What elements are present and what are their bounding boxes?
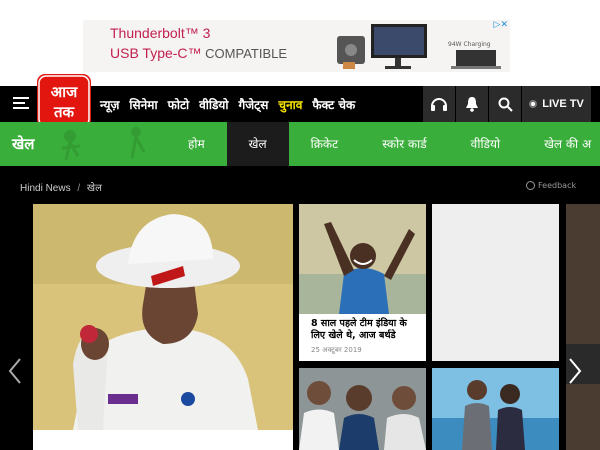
live-tv-button[interactable]: LIVE TV [521, 86, 591, 122]
featured-story-card[interactable] [33, 204, 293, 450]
page: Thunderbolt™ 3 USB Type-C™ COMPATIBLE 94… [0, 0, 600, 450]
svg-text:आज: आज [51, 83, 78, 101]
ad-subheadline: USB Type-C™ COMPATIBLE [110, 45, 288, 61]
tab-home[interactable]: होम [166, 122, 227, 166]
nav-item-gadgets[interactable]: गैजेट्स [239, 96, 269, 113]
story-image [299, 368, 426, 450]
header-actions: LIVE TV [422, 86, 591, 122]
bell-icon [466, 97, 478, 112]
feedback-icon [526, 181, 535, 190]
laptop-image [451, 50, 501, 69]
featured-story-image [33, 204, 293, 430]
nav-item-video[interactable]: वीडियो [199, 96, 228, 113]
ad-charging-label: 94W Charging [448, 41, 491, 48]
nav-item-news[interactable]: न्यूज़ [100, 96, 119, 113]
menu-icon[interactable] [13, 97, 29, 109]
story-card-placeholder[interactable] [432, 204, 559, 361]
live-dot-icon [529, 100, 538, 108]
svg-text:तक: तक [53, 103, 76, 121]
carousel-next-button[interactable] [566, 356, 584, 386]
nav-item-photo[interactable]: फोटो [168, 96, 190, 113]
section-tabs: होम खेल क्रिकेट स्कोर कार्ड वीडियो खेल क… [166, 122, 600, 166]
main-content: Hindi News / खेल Feedback 8 साल पहले टीम… [0, 166, 600, 450]
story-card-image[interactable] [299, 368, 426, 450]
notification-button[interactable] [455, 86, 488, 122]
main-nav: न्यूज़ सिनेमा फोटो वीडियो गैजेट्स चुनाव … [100, 86, 355, 122]
site-header: आज तक न्यूज़ सिनेमा फोटो वीडियो गैजेट्स … [0, 74, 600, 128]
dock-device-image [337, 24, 427, 69]
search-button[interactable] [488, 86, 521, 122]
advertisement-banner[interactable]: Thunderbolt™ 3 USB Type-C™ COMPATIBLE 94… [83, 20, 510, 72]
story-title[interactable]: 8 साल पहले टीम इंडिया के लिए खेले थे, आज… [299, 314, 426, 342]
section-title: खेल [12, 135, 35, 153]
chevron-left-icon [8, 358, 21, 384]
breadcrumb: Hindi News / खेल [20, 180, 102, 194]
story-card[interactable]: 8 साल पहले टीम इंडिया के लिए खेले थे, आज… [299, 204, 426, 361]
breadcrumb-separator: / [77, 183, 81, 194]
tab-video[interactable]: वीडियो [449, 122, 522, 166]
ad-headline: Thunderbolt™ 3 [110, 25, 211, 41]
nav-item-fact-check[interactable]: फैक्ट चेक [312, 96, 355, 113]
feedback-label: Feedback [538, 181, 577, 190]
ad-choices-icon[interactable]: ▷✕ [494, 20, 508, 30]
headphones-icon [431, 98, 447, 111]
breadcrumb-home[interactable]: Hindi News [20, 183, 71, 194]
next-story-peek[interactable] [566, 204, 600, 450]
carousel-prev-button[interactable] [6, 356, 24, 386]
tab-scorecard[interactable]: स्कोर कार्ड [360, 122, 448, 166]
chevron-right-icon [569, 358, 582, 384]
story-image [432, 368, 559, 450]
featured-story-caption [33, 430, 293, 450]
nav-item-elections[interactable]: चुनाव [278, 96, 302, 113]
story-date: 25 अक्टूबर 2019 [311, 346, 362, 354]
story-image [299, 204, 426, 314]
nav-item-cinema[interactable]: सिनेमा [129, 96, 157, 113]
tab-cricket[interactable]: क्रिकेट [289, 122, 361, 166]
section-bar-decoration [61, 127, 146, 161]
audio-button[interactable] [422, 86, 455, 122]
story-card-image[interactable] [432, 368, 559, 450]
tab-sports[interactable]: खेल [226, 122, 289, 166]
section-bar: खेल होम खेल क्रिकेट स्कोर कार्ड वीडियो ख… [0, 122, 600, 166]
breadcrumb-current: खेल [86, 183, 102, 194]
search-icon [498, 97, 513, 112]
feedback-button[interactable]: Feedback [526, 181, 576, 190]
peek-image [566, 204, 600, 450]
tab-sports-more[interactable]: खेल की अ [522, 122, 600, 166]
live-tv-label: LIVE TV [542, 98, 584, 110]
